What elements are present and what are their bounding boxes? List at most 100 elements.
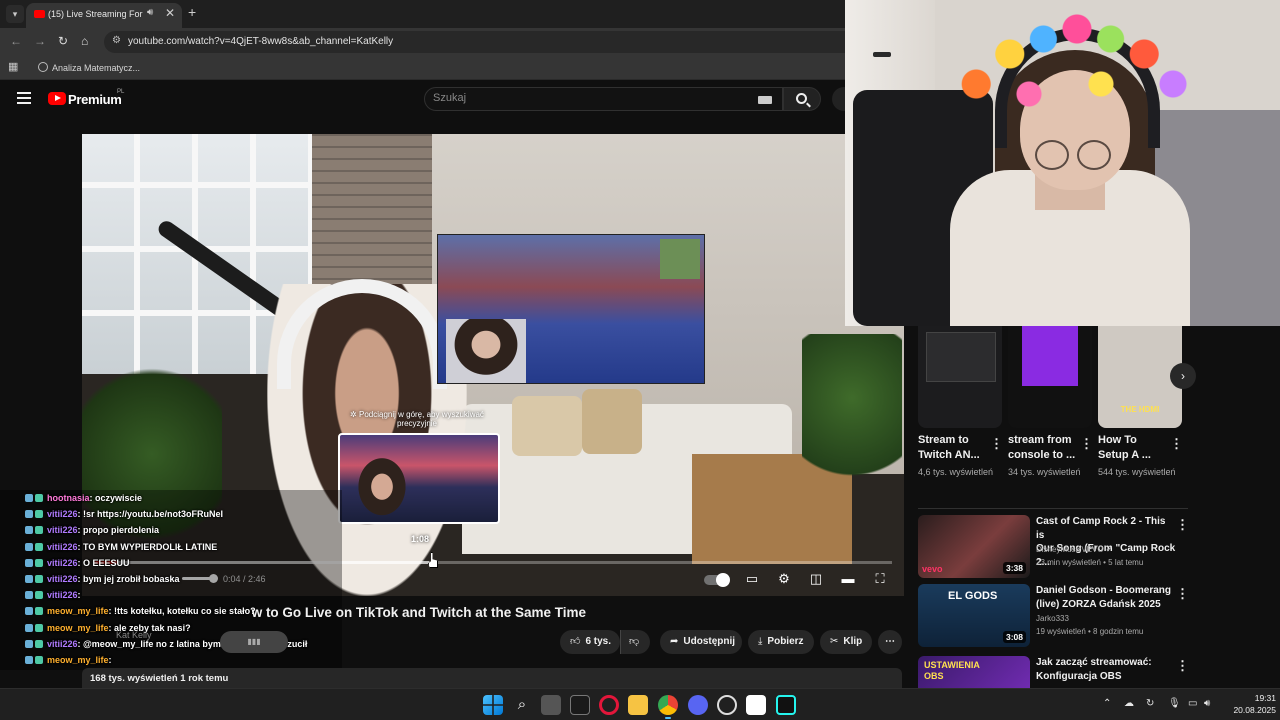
like-button[interactable]: 👍︎ 6 tys.: [560, 630, 620, 654]
search-icon: [796, 93, 807, 104]
chrome-icon[interactable]: [658, 695, 678, 715]
volume-icon[interactable]: 🔊︎: [1204, 698, 1210, 709]
more-vert-icon[interactable]: ⋮: [990, 436, 1003, 452]
tab-list-button[interactable]: ▾: [6, 5, 24, 23]
download-button[interactable]: ⤓ Pobierz: [748, 630, 814, 654]
file-explorer-icon[interactable]: [628, 695, 648, 715]
more-vert-icon[interactable]: ⋮: [1080, 436, 1093, 452]
brand-name[interactable]: Premium: [68, 92, 122, 107]
video-thumbnail[interactable]: USTAWIENIA OBS: [918, 656, 1030, 688]
chat-message: vitii226: O EEESUU: [0, 555, 342, 571]
apps-grid-icon[interactable]: ▦: [8, 60, 18, 73]
microphone-icon[interactable]: 🎙︎: [1168, 698, 1181, 709]
miniplayer-icon[interactable]: ◫: [808, 572, 824, 586]
recommended-video[interactable]: EL GODS 3:08 Daniel Godson - Boomerang (…: [918, 584, 1189, 648]
channel-name[interactable]: Kat Kelly: [116, 630, 152, 640]
chat-badge-icon: [35, 558, 43, 567]
obs-icon[interactable]: [717, 695, 737, 715]
globe-icon: [38, 62, 48, 72]
short-title[interactable]: How To Setup A ...: [1098, 433, 1170, 462]
recommended-video[interactable]: USTAWIENIA OBS Jak zacząć streamować: Ko…: [918, 656, 1188, 688]
video-meta: 23 min wyświetleń • 5 lat temu: [1036, 558, 1144, 567]
network-icon[interactable]: ▭: [1188, 698, 1197, 709]
door-handle: [873, 52, 891, 57]
reload-icon[interactable]: ↻: [58, 34, 68, 48]
autoplay-toggle[interactable]: [704, 572, 730, 587]
windows-taskbar: ⌕ ⌃ ☁ ↻ 🎙︎ ▭ 🔊︎ 19:31 20.08.2025: [0, 688, 1280, 720]
search-box[interactable]: Szukaj: [424, 87, 783, 111]
thumbs-up-icon: 👍︎: [570, 636, 581, 647]
system-clock[interactable]: 19:31 20.08.2025: [1224, 692, 1276, 716]
chat-badge-icon: [35, 607, 43, 616]
short-title[interactable]: stream from console to ...: [1008, 433, 1080, 462]
cloud-icon[interactable]: ☁: [1124, 698, 1134, 709]
address-bar[interactable]: ⚙ youtube.com/watch?v=4QjET-8ww8s&ab_cha…: [104, 31, 846, 53]
bookmark-item[interactable]: Analiza Matematycz...: [38, 62, 140, 73]
youtube-logo-icon[interactable]: [48, 92, 66, 105]
chat-badge-icon: [35, 494, 43, 502]
forward-icon[interactable]: →: [34, 34, 46, 48]
tiktok-icon[interactable]: [776, 695, 796, 715]
sync-icon[interactable]: ↻: [1146, 698, 1154, 709]
seek-hint: ✲ Podciągnij w górę, aby wyszukiwać prec…: [342, 410, 492, 428]
clock-date: 20.08.2025: [1233, 705, 1276, 715]
chat-badge-icon: [25, 494, 33, 502]
media-app-icon[interactable]: [570, 695, 590, 715]
tray-overflow-icon[interactable]: ⌃: [1103, 698, 1111, 709]
search-input[interactable]: Szukaj: [433, 92, 466, 104]
notes-app-icon[interactable]: [746, 695, 766, 715]
chat-message: vitii226: propo pierdolenia: [0, 522, 342, 538]
more-vert-icon[interactable]: ⋮: [1176, 517, 1189, 533]
shorts-next-button[interactable]: ›: [1170, 363, 1196, 389]
stream-chat-overlay: hootnasia: oczywiscie vitii226: !sr https…: [0, 490, 342, 670]
browser-tab-active[interactable]: (15) Live Streaming For Du 🔊︎ ✕: [26, 3, 182, 28]
share-icon: ➦: [670, 636, 679, 647]
site-info-icon[interactable]: ⚙: [112, 35, 121, 46]
share-button[interactable]: ➦ Udostępnij: [660, 630, 742, 654]
opera-icon[interactable]: [599, 695, 619, 715]
menu-icon[interactable]: [17, 92, 31, 104]
thumb-caption: EL GODS: [948, 590, 998, 602]
settings-gear-icon[interactable]: ⚙: [776, 572, 792, 586]
seek-preview-time: 1:08: [411, 534, 430, 544]
more-vert-icon[interactable]: ⋮: [1170, 436, 1183, 452]
short-thumbnail[interactable]: [1008, 326, 1092, 428]
more-actions-button[interactable]: ⋯: [878, 630, 902, 654]
theater-mode-icon[interactable]: ▬: [840, 572, 856, 586]
chat-message: vitii226: !sr https://youtu.be/not3oFRuN…: [0, 506, 342, 522]
search-button[interactable]: [783, 87, 821, 111]
subscribe-button[interactable]: ▮▮▮: [220, 631, 288, 653]
chat-badge-icon: [35, 526, 43, 535]
back-icon[interactable]: ←: [10, 34, 22, 48]
start-icon[interactable]: [483, 695, 503, 715]
chat-badge-icon: [25, 591, 33, 600]
channel-name[interactable]: DisneyMusicVEVO ✔: [1036, 545, 1113, 554]
keyboard-icon[interactable]: [758, 96, 772, 104]
recommended-video[interactable]: vevo 3:38 Cast of Camp Rock 2 - This is …: [918, 515, 1189, 579]
short-title[interactable]: Stream to Twitch AN...: [918, 433, 990, 462]
task-view-icon[interactable]: [541, 695, 561, 715]
download-icon: ⤓: [758, 636, 763, 647]
browser-tab-strip: ▾ (15) Live Streaming For Du 🔊︎ ✕ +: [0, 0, 845, 28]
search-taskbar-icon[interactable]: ⌕: [512, 695, 532, 715]
speaker-icon[interactable]: 🔊︎: [147, 7, 153, 18]
home-icon[interactable]: ⌂: [81, 34, 88, 48]
dislike-button[interactable]: 👎︎: [620, 630, 650, 654]
description-box[interactable]: 168 tys. wyświetleń 1 rok temu: [82, 668, 902, 688]
scene-pillow: [582, 389, 642, 454]
more-vert-icon[interactable]: ⋮: [1176, 586, 1189, 602]
chat-badge-icon: [35, 655, 43, 664]
short-thumbnail[interactable]: [918, 326, 1002, 428]
subtitles-icon[interactable]: ▭: [744, 572, 760, 586]
fullscreen-icon[interactable]: ⛶: [872, 572, 888, 586]
new-tab-icon[interactable]: +: [188, 4, 196, 20]
discord-icon[interactable]: [688, 695, 708, 715]
video-title[interactable]: Jak zacząć streamować: Konfiguracja OBS: [1036, 656, 1176, 683]
more-vert-icon[interactable]: ⋮: [1176, 658, 1188, 674]
channel-name[interactable]: Jarko333: [1036, 614, 1069, 623]
video-title[interactable]: Daniel Godson - Boomerang (live) ZORZA G…: [1036, 584, 1176, 611]
close-tab-icon[interactable]: ✕: [165, 6, 175, 20]
video-thumbnail[interactable]: EL GODS 3:08: [918, 584, 1030, 647]
clip-button[interactable]: ✂ Klip: [820, 630, 872, 654]
video-thumbnail[interactable]: vevo 3:38: [918, 515, 1030, 578]
